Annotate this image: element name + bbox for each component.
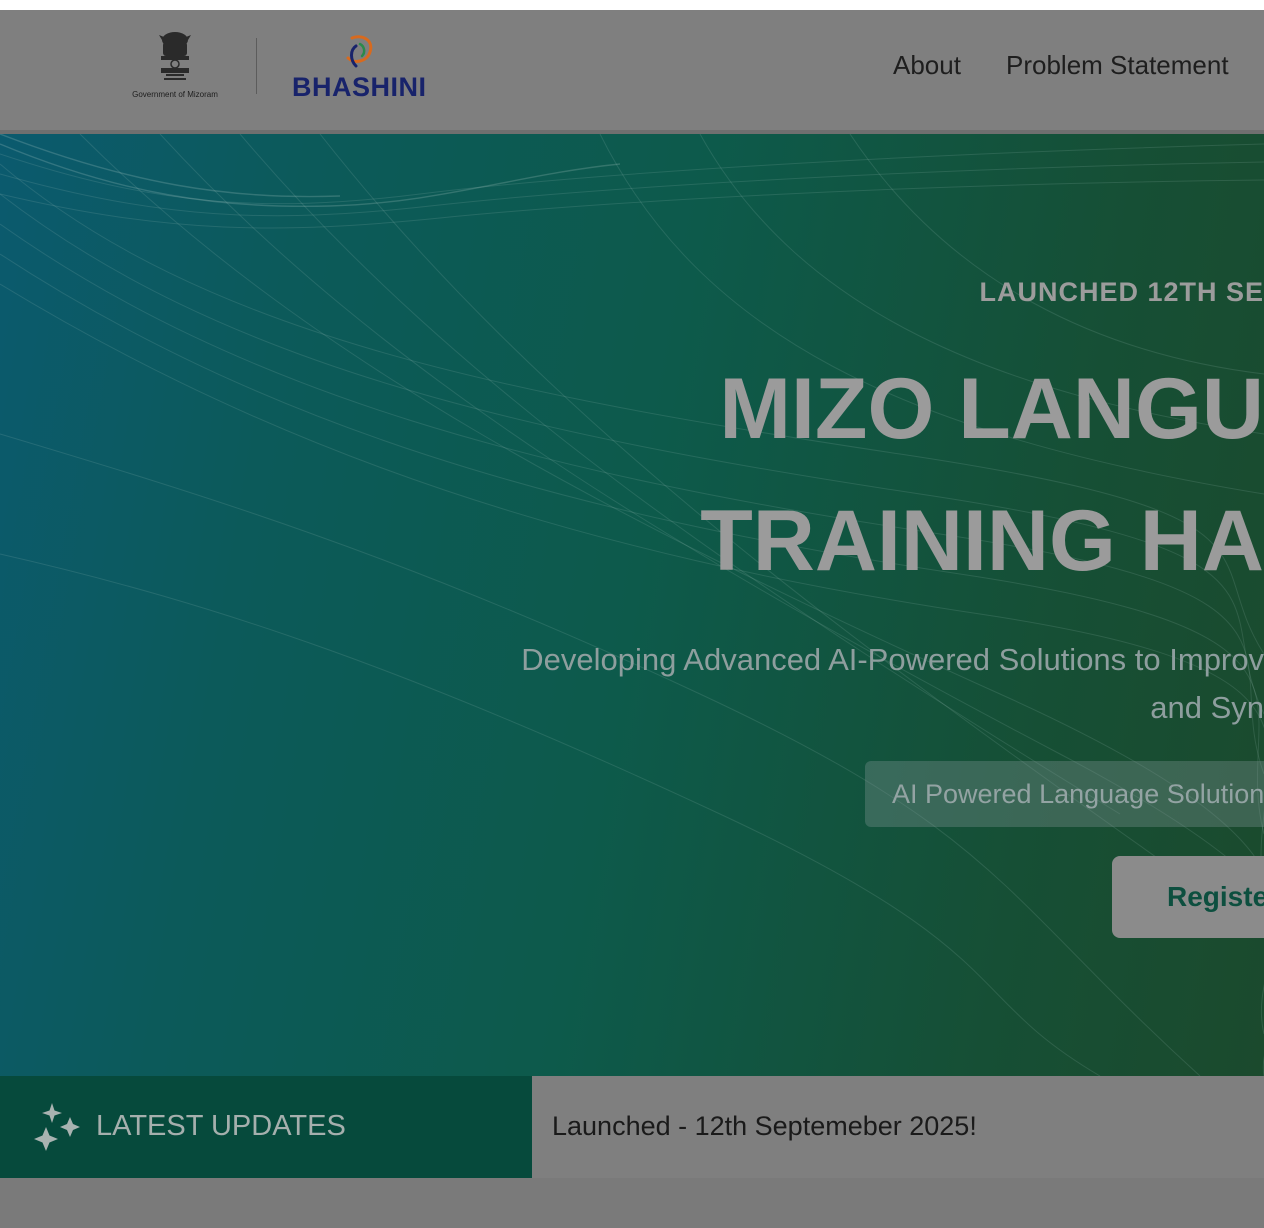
hero-subtitle-line-2: and Syn [1150, 690, 1264, 725]
latest-updates-label: LATEST UPDATES [96, 1110, 346, 1142]
page-below-fold [0, 1178, 1264, 1228]
hero-wave-pattern [0, 134, 1264, 1076]
page-top-strip [0, 0, 1264, 10]
ticker-message[interactable]: Launched - 12th Septemeber 2025! [552, 1111, 977, 1142]
logo-divider [256, 38, 257, 94]
sparkle-icon [34, 1103, 80, 1151]
hero-title-line-2: TRAINING HA [700, 493, 1264, 589]
brand-name: BHASHINI [292, 72, 427, 102]
emblem-caption: Government of Mizoram [132, 90, 218, 99]
hero-subtitle-line-1: Developing Advanced AI-Powered Solutions… [521, 642, 1264, 677]
bhashini-swirl-icon [346, 35, 373, 68]
latest-updates-tag: LATEST UPDATES [0, 1076, 532, 1178]
government-emblem-logo[interactable]: Government of Mizoram [118, 30, 232, 104]
updates-ticker: Launched - 12th Septemeber 2025! [532, 1076, 1264, 1178]
register-button[interactable]: Registe [1112, 856, 1264, 938]
nav-about[interactable]: About [893, 50, 961, 81]
ai-solutions-pill: AI Powered Language Solution [865, 761, 1264, 827]
hero-title-line-1: MIZO LANGU [719, 361, 1264, 457]
bhashini-logo[interactable]: BHASHINI [290, 32, 430, 104]
hero-section: LAUNCHED 12TH SE MIZO LANGU TRAINING HA … [0, 134, 1264, 1076]
launch-eyebrow: LAUNCHED 12TH SE [979, 277, 1264, 307]
site-header: Government of Mizoram BHASHINI About Pro… [0, 10, 1264, 134]
nav-problem-statement[interactable]: Problem Statement [1006, 50, 1229, 81]
national-emblem-icon [159, 32, 191, 80]
